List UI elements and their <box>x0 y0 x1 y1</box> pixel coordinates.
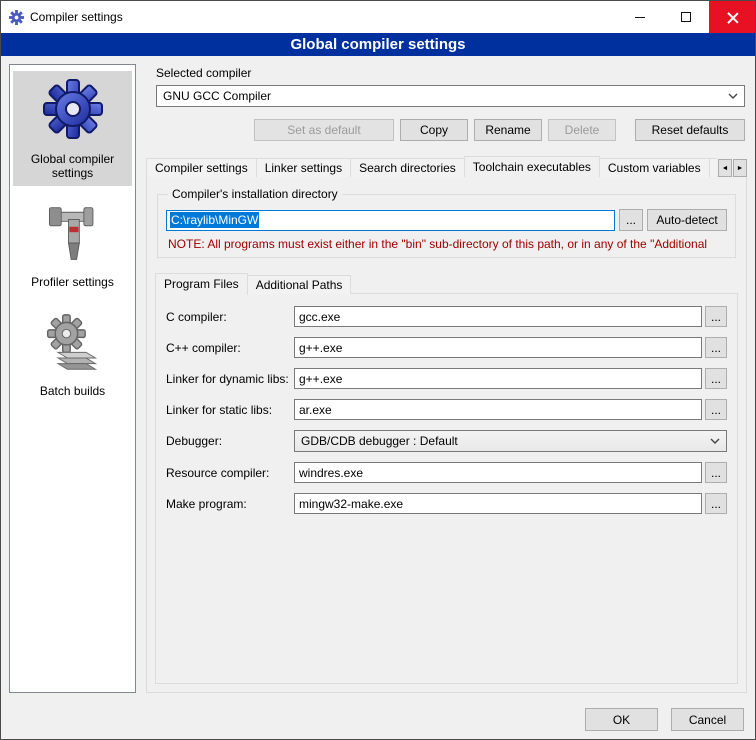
profiler-tool-icon <box>44 204 102 267</box>
note-text: NOTE: All programs must exist either in … <box>168 237 725 251</box>
titlebar: Compiler settings <box>1 1 755 33</box>
make-program-input[interactable] <box>294 493 702 514</box>
make-program-row: Make program: ... <box>166 493 727 514</box>
reset-defaults-button[interactable]: Reset defaults <box>635 119 745 141</box>
close-icon <box>727 12 738 23</box>
maximize-button[interactable] <box>663 1 709 33</box>
footer: OK Cancel <box>1 701 755 739</box>
sidebar-item-label: Profiler settings <box>31 275 114 289</box>
chevron-down-icon <box>728 93 738 100</box>
content-area: Selected compiler GNU GCC Compiler Set a… <box>146 64 747 693</box>
compiler-buttons-row: Set as default Copy Rename Delete Reset … <box>146 119 745 141</box>
tab-search-directories[interactable]: Search directories <box>350 158 465 177</box>
static-linker-row: Linker for static libs: ... <box>166 399 727 420</box>
ok-button[interactable]: OK <box>585 708 658 731</box>
c-compiler-input[interactable] <box>294 306 702 327</box>
tab-scroll-right-button[interactable]: ► <box>733 159 747 177</box>
static-linker-label: Linker for static libs: <box>166 403 294 417</box>
c-compiler-browse-button[interactable]: ... <box>705 306 727 327</box>
sidebar-item-label: Global compiler settings <box>15 152 130 180</box>
make-program-label: Make program: <box>166 497 294 511</box>
sidebar-item-profiler-settings[interactable]: Profiler settings <box>13 198 132 295</box>
tab-build-options[interactable]: Build <box>709 158 717 177</box>
window-gear-icon <box>9 10 24 25</box>
batch-builds-icon <box>43 313 103 376</box>
dynamic-linker-browse-button[interactable]: ... <box>705 368 727 389</box>
static-linker-input[interactable] <box>294 399 702 420</box>
tab-additional-paths[interactable]: Additional Paths <box>247 275 352 294</box>
resource-compiler-row: Resource compiler: ... <box>166 462 727 483</box>
debugger-label: Debugger: <box>166 434 294 448</box>
cpp-compiler-label: C++ compiler: <box>166 341 294 355</box>
rename-button[interactable]: Rename <box>474 119 542 141</box>
debugger-select[interactable]: GDB/CDB debugger : Default <box>294 430 727 452</box>
cpp-compiler-row: C++ compiler: ... <box>166 337 727 358</box>
maximize-icon <box>681 12 691 22</box>
dynamic-linker-label: Linker for dynamic libs: <box>166 372 294 386</box>
set-as-default-button[interactable]: Set as default <box>254 119 394 141</box>
debugger-select-value: GDB/CDB debugger : Default <box>301 434 704 448</box>
tab-custom-variables[interactable]: Custom variables <box>599 158 710 177</box>
page-title: Global compiler settings <box>1 33 755 56</box>
static-linker-browse-button[interactable]: ... <box>705 399 727 420</box>
arrow-right-icon: ► <box>737 165 744 172</box>
copy-button[interactable]: Copy <box>400 119 468 141</box>
tab-compiler-settings[interactable]: Compiler settings <box>146 158 257 177</box>
installation-directory-value: C:\raylib\MinGW <box>170 212 259 228</box>
dynamic-linker-row: Linker for dynamic libs: ... <box>166 368 727 389</box>
window-title: Compiler settings <box>30 10 123 24</box>
browse-directory-button[interactable]: ... <box>619 209 643 231</box>
cancel-button[interactable]: Cancel <box>671 708 744 731</box>
cpp-compiler-browse-button[interactable]: ... <box>705 337 727 358</box>
delete-button[interactable]: Delete <box>548 119 616 141</box>
main-tabstrip: Compiler settings Linker settings Search… <box>146 155 747 177</box>
resource-compiler-input[interactable] <box>294 462 702 483</box>
arrow-left-icon: ◄ <box>722 165 729 172</box>
c-compiler-label: C compiler: <box>166 310 294 324</box>
program-files-panel: C compiler: ... C++ compiler: ... Linker… <box>155 293 738 684</box>
tab-toolchain-executables[interactable]: Toolchain executables <box>464 156 600 177</box>
gear-icon <box>41 77 105 144</box>
installation-directory-input[interactable]: C:\raylib\MinGW <box>166 210 615 231</box>
sidebar-item-batch-builds[interactable]: Batch builds <box>13 307 132 404</box>
compiler-settings-window: Compiler settings Global compiler settin… <box>0 0 756 740</box>
auto-detect-button[interactable]: Auto-detect <box>647 209 727 231</box>
close-button[interactable] <box>709 1 755 33</box>
cpp-compiler-input[interactable] <box>294 337 702 358</box>
resource-compiler-label: Resource compiler: <box>166 466 294 480</box>
tab-linker-settings[interactable]: Linker settings <box>256 158 351 177</box>
dialog-body: Global compiler settings Profiler settin… <box>1 56 755 701</box>
tab-scroll-left-button[interactable]: ◄ <box>718 159 732 177</box>
toolchain-executables-page: Compiler's installation directory C:\ray… <box>146 176 747 693</box>
compiler-select-value: GNU GCC Compiler <box>163 89 722 103</box>
make-program-browse-button[interactable]: ... <box>705 493 727 514</box>
tabs-clip: Compiler settings Linker settings Search… <box>146 155 717 177</box>
path-row: C:\raylib\MinGW ... Auto-detect <box>166 209 727 231</box>
inner-tabstrip: Program Files Additional Paths <box>155 272 738 294</box>
sidebar-item-label: Batch builds <box>40 384 105 398</box>
program-files-tab-control: Program Files Additional Paths C compile… <box>155 272 738 684</box>
sidebar-item-global-compiler-settings[interactable]: Global compiler settings <box>13 71 132 186</box>
minimize-button[interactable] <box>617 1 663 33</box>
sidebar: Global compiler settings Profiler settin… <box>9 64 136 693</box>
resource-compiler-browse-button[interactable]: ... <box>705 462 727 483</box>
installation-directory-groupbox: Compiler's installation directory C:\ray… <box>157 187 736 258</box>
installation-directory-title: Compiler's installation directory <box>168 187 342 201</box>
compiler-select[interactable]: GNU GCC Compiler <box>156 85 745 107</box>
minimize-icon <box>635 17 645 18</box>
selected-compiler-label: Selected compiler <box>156 66 747 80</box>
c-compiler-row: C compiler: ... <box>166 306 727 327</box>
chevron-down-icon <box>710 438 720 445</box>
debugger-row: Debugger: GDB/CDB debugger : Default <box>166 430 727 452</box>
dynamic-linker-input[interactable] <box>294 368 702 389</box>
tab-program-files[interactable]: Program Files <box>155 273 248 295</box>
